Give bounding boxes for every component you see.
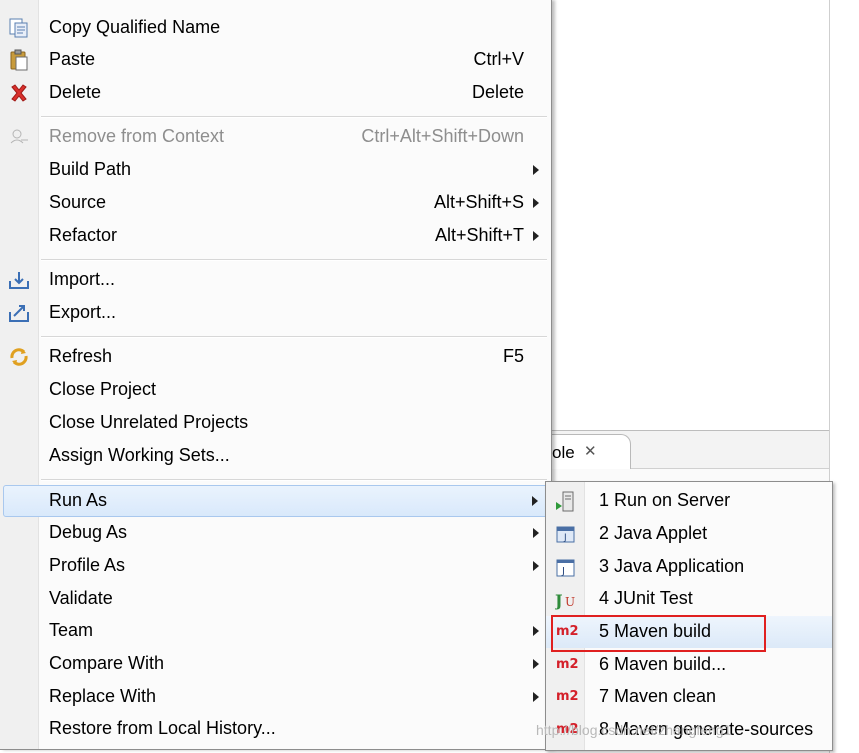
menu-item-refresh[interactable]: Refresh F5: [0, 341, 551, 373]
submenu-item-label: 6 Maven build...: [599, 654, 727, 674]
menu-item-paste[interactable]: Paste Ctrl+V: [0, 44, 551, 76]
menu-item-close-unrelated-projects[interactable]: Close Unrelated Projects: [0, 407, 551, 439]
menu-item-label: Refresh: [49, 346, 113, 366]
submenu-item-label: 7 Maven clean: [599, 686, 717, 706]
submenu-arrow-icon: [533, 528, 539, 538]
menu-item-label: Copy Qualified Name: [49, 17, 221, 37]
submenu-item-java-application[interactable]: J 3 Java Application: [546, 551, 832, 583]
menu-item-label: Restore from Local History...: [49, 718, 276, 738]
shortcut-label: Alt+Shift+S: [433, 192, 524, 212]
shortcut-label: Ctrl+V: [473, 49, 524, 69]
submenu-item-label: 2 Java Applet: [599, 523, 708, 543]
menu-item-debug-as[interactable]: Debug As: [0, 517, 551, 549]
submenu-item-maven-clean[interactable]: m2 7 Maven clean: [546, 681, 832, 713]
close-icon[interactable]: ✕: [584, 442, 597, 460]
maven-icon: m2: [556, 657, 579, 672]
svg-text:J: J: [555, 591, 563, 610]
svg-text:U: U: [565, 595, 575, 609]
menu-item-close-project[interactable]: Close Project: [0, 374, 551, 406]
menu-item-label: Build Path: [49, 159, 132, 179]
menu-item-label: Paste: [49, 49, 96, 69]
shortcut-label: F5: [502, 346, 524, 366]
menu-item-compare-with[interactable]: Compare With: [0, 648, 551, 680]
submenu-item-junit-test[interactable]: JU 4 JUnit Test: [546, 583, 832, 615]
submenu-item-label: 3 Java Application: [599, 556, 745, 576]
menu-item-restore-from-local-history[interactable]: Restore from Local History...: [0, 713, 551, 745]
watermark: http://blog.csdn.net/zhangfeng1: [536, 722, 732, 738]
delete-icon: [8, 82, 30, 104]
menu-item-replace-with[interactable]: Replace With: [0, 681, 551, 713]
tab-console[interactable]: ole ✕: [550, 434, 631, 469]
refresh-icon: [8, 346, 30, 368]
menu-item-label: Validate: [49, 588, 113, 608]
junit-icon: JU: [553, 589, 577, 611]
import-icon: [8, 269, 30, 291]
menu-item-source[interactable]: Source Alt+Shift+S: [0, 187, 551, 219]
maven-icon: m2: [556, 689, 579, 704]
menu-item-label: Debug As: [49, 522, 128, 542]
menu-item-refactor[interactable]: Refactor Alt+Shift+T: [0, 220, 551, 252]
submenu-item-java-applet[interactable]: J 2 Java Applet: [546, 518, 832, 550]
submenu-arrow-icon: [533, 692, 539, 702]
submenu-item-label: 1 Run on Server: [599, 490, 731, 510]
menu-item-assign-working-sets[interactable]: Assign Working Sets...: [0, 440, 551, 472]
submenu-item-maven-build-dialog[interactable]: m2 6 Maven build...: [546, 649, 832, 681]
shortcut-label: Alt+Shift+T: [434, 225, 524, 245]
submenu-arrow-icon: [533, 198, 539, 208]
menu-item-export[interactable]: Export...: [0, 297, 551, 329]
submenu-arrow-icon: [532, 496, 538, 506]
java-applet-icon: J: [555, 524, 577, 546]
annotation-highlight-box: [551, 615, 766, 652]
remove-context-icon: [8, 126, 30, 148]
submenu-arrow-icon: [533, 626, 539, 636]
menu-item-label: Compare With: [49, 653, 165, 673]
tab-console-label: ole: [552, 443, 575, 462]
menu-separator: [41, 116, 547, 118]
menu-item-remove-from-context[interactable]: Remove from Context Ctrl+Alt+Shift+Down: [0, 121, 551, 153]
submenu-arrow-icon: [533, 561, 539, 571]
menu-item-label: Profile As: [49, 555, 126, 575]
menu-item-label: Close Unrelated Projects: [49, 412, 249, 432]
svg-text:J: J: [563, 533, 567, 543]
menu-item-label: Delete: [49, 82, 102, 102]
menu-item-label: Remove from Context: [49, 126, 225, 146]
submenu-arrow-icon: [533, 165, 539, 175]
menu-separator: [41, 259, 547, 261]
menu-item-label: Source: [49, 192, 107, 212]
submenu-arrow-icon: [533, 659, 539, 669]
menu-separator: [41, 479, 547, 481]
menu-item-label: Assign Working Sets...: [49, 445, 230, 465]
menu-item-profile-as[interactable]: Profile As: [0, 550, 551, 582]
menu-item-import[interactable]: Import...: [0, 264, 551, 296]
menu-item-label: Refactor: [49, 225, 118, 245]
menu-item-label: Run As: [49, 490, 108, 510]
menu-item-label: Team: [49, 620, 94, 640]
editor-area: [551, 5, 831, 429]
paste-icon: [8, 49, 30, 71]
shortcut-label: Delete: [471, 82, 524, 102]
svg-text:J: J: [561, 566, 565, 577]
menu-item-label: Replace With: [49, 686, 157, 706]
menu-item-validate[interactable]: Validate: [0, 583, 551, 615]
right-scroll-strip: [829, 0, 859, 753]
menu-item-copy-qualified-name[interactable]: Copy Qualified Name: [0, 12, 551, 44]
context-menu: Copy Qualified Name Paste Ctrl+V Delete …: [0, 0, 552, 750]
shortcut-label: Ctrl+Alt+Shift+Down: [361, 126, 524, 146]
submenu-item-run-on-server[interactable]: 1 Run on Server: [546, 485, 832, 517]
menu-separator: [41, 336, 547, 338]
menu-item-delete[interactable]: Delete Delete: [0, 77, 551, 109]
menu-item-label: Import...: [49, 269, 116, 289]
menu-item-team[interactable]: Team: [0, 615, 551, 647]
export-icon: [8, 302, 30, 324]
menu-item-run-as[interactable]: Run As: [3, 485, 548, 517]
run-on-server-icon: [555, 491, 577, 513]
menu-item-label: Export...: [49, 302, 117, 322]
menu-item-build-path[interactable]: Build Path: [0, 154, 551, 186]
submenu-arrow-icon: [533, 231, 539, 241]
menu-item-label: Close Project: [49, 379, 157, 399]
submenu-item-label: 4 JUnit Test: [599, 588, 693, 608]
copy-qualified-name-icon: [8, 17, 30, 39]
java-application-icon: J: [555, 557, 577, 579]
